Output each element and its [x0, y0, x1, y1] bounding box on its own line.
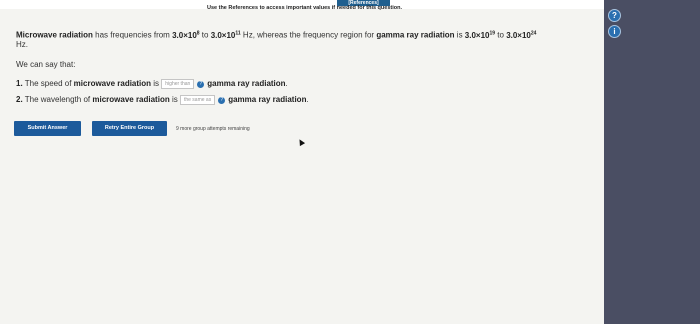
- statement-number: 1.: [16, 79, 23, 89]
- to-word: to: [199, 30, 211, 40]
- help-icon[interactable]: ?: [197, 80, 205, 88]
- statement-term: microwave radiation: [73, 79, 152, 89]
- gamma-to: 3.0×1024: [506, 30, 537, 40]
- statement-term: microwave radiation: [92, 95, 170, 105]
- comparison-dropdown-2[interactable]: the same as: [179, 95, 216, 105]
- statement-1: 1. The speed of microwave radiation is h…: [16, 79, 288, 89]
- gamma-term: gamma ray radiation: [376, 30, 455, 40]
- microwave-term: Microwave radiation: [16, 30, 93, 40]
- help-icon[interactable]: ?: [608, 9, 621, 22]
- intro-text: We can say that:: [16, 60, 76, 69]
- statement-number: 2.: [16, 95, 23, 105]
- attempts-remaining: 9 more group attempts remaining: [176, 126, 250, 132]
- submit-answer-button[interactable]: Submit Answer: [14, 121, 81, 136]
- question-text-part: Hz, whereas the frequency region for: [240, 30, 377, 40]
- statement-term: gamma ray radiation: [207, 79, 286, 89]
- right-sidebar: [604, 0, 700, 324]
- question-text-part: is: [454, 30, 465, 40]
- unit: Hz.: [16, 39, 28, 49]
- statement-2: 2. The wavelength of microwave radiation…: [16, 95, 309, 105]
- references-note: Use the References to access important v…: [207, 5, 403, 11]
- help-icon[interactable]: ?: [218, 96, 226, 104]
- statement-term: gamma ray radiation: [228, 95, 307, 105]
- freq-from: 3.0×108: [172, 30, 200, 40]
- statement-text: is: [151, 79, 162, 89]
- freq-to: 3.0×1011: [210, 30, 241, 40]
- statement-text: is: [169, 95, 180, 105]
- info-icon[interactable]: i: [608, 25, 621, 38]
- statement-text: The wavelength of: [22, 95, 93, 105]
- gamma-from: 3.0×1019: [464, 30, 496, 40]
- statement-end: .: [285, 79, 288, 89]
- mouse-cursor-icon: [296, 137, 306, 147]
- question-text-part: has frequencies from: [92, 30, 173, 40]
- retry-group-button[interactable]: Retry Entire Group: [92, 121, 167, 136]
- question-text: Microwave radiation has frequencies from…: [16, 29, 598, 49]
- statement-text: The speed of: [22, 79, 74, 89]
- statement-end: .: [306, 95, 309, 105]
- question-panel: [References] Use the References to acces…: [0, 0, 604, 324]
- to-word: to: [495, 30, 507, 40]
- comparison-dropdown-1[interactable]: higher than: [161, 79, 195, 89]
